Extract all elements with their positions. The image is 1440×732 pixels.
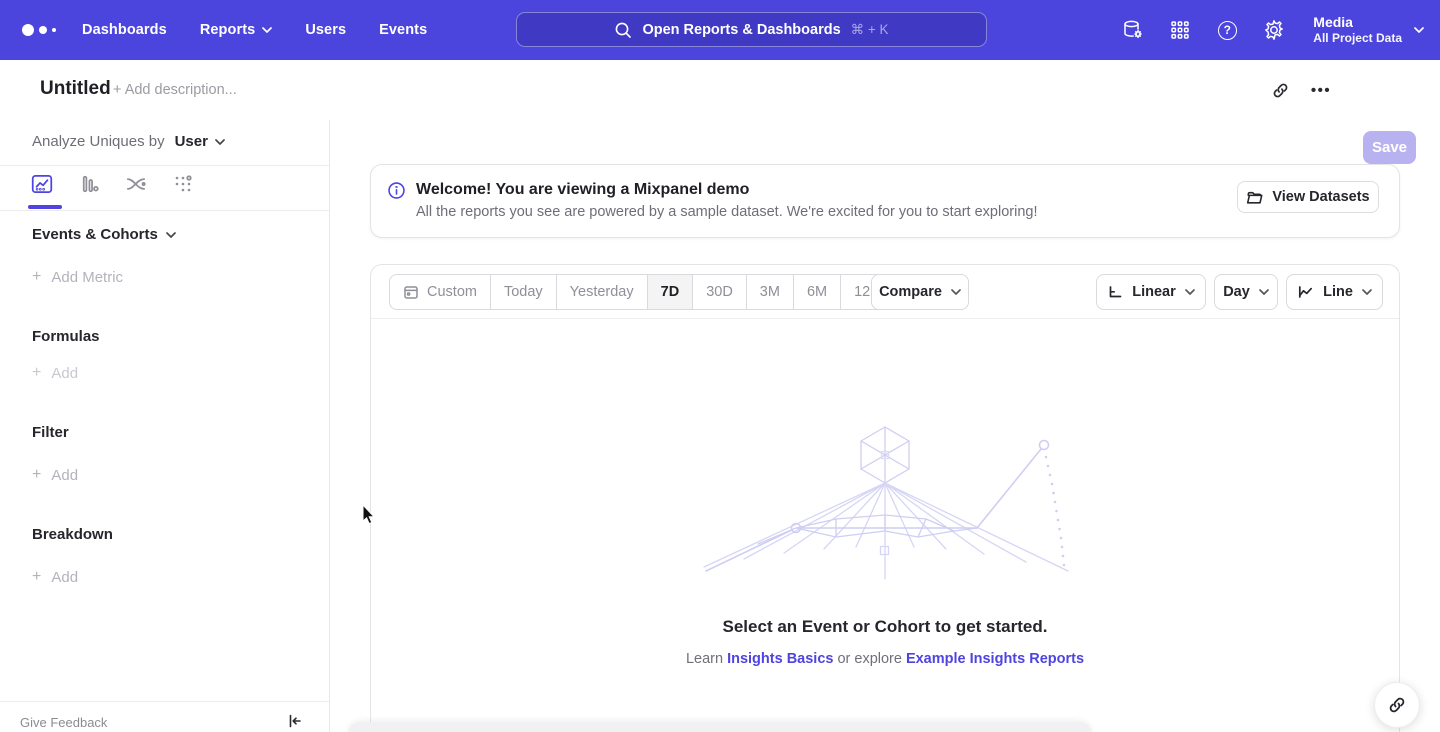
- sidebar-footer: Give Feedback: [0, 701, 329, 732]
- add-breakdown-button[interactable]: + Add: [32, 568, 78, 586]
- link-icon: [1388, 696, 1406, 714]
- interval-dropdown[interactable]: Day: [1214, 274, 1278, 310]
- learn-prefix: Learn: [686, 651, 723, 667]
- mixpanel-insights-app: Dashboards Reports Users Events Open Rep…: [0, 0, 1440, 732]
- search-placeholder: Open Reports & Dashboards: [642, 22, 840, 38]
- analyze-uniques-row: Analyze Uniques by User: [32, 133, 225, 150]
- data-management-icon[interactable]: [1121, 18, 1145, 42]
- nav-item-label: Users: [305, 22, 346, 38]
- copy-link-button[interactable]: [1266, 76, 1294, 104]
- report-title[interactable]: Untitled: [40, 78, 111, 100]
- query-builder-sidebar: Analyze Uniques by User: [0, 120, 330, 732]
- more-options-button[interactable]: •••: [1307, 76, 1335, 104]
- compare-dropdown[interactable]: Compare: [871, 274, 969, 310]
- date-range-today[interactable]: Today: [491, 275, 557, 309]
- chevron-down-icon: [1259, 289, 1269, 295]
- chart-style-dropdown[interactable]: Line: [1286, 274, 1383, 310]
- report-header: Untitled + Add description... ••• Save: [0, 60, 1440, 120]
- section-formulas: Formulas: [32, 328, 100, 345]
- date-range-3m[interactable]: 3M: [747, 275, 794, 309]
- plus-icon: +: [32, 364, 41, 382]
- nav-item-reports[interactable]: Reports: [200, 22, 273, 38]
- divider: [0, 165, 330, 166]
- view-datasets-button[interactable]: View Datasets: [1237, 181, 1379, 213]
- save-button[interactable]: Save: [1363, 131, 1416, 164]
- calendar-icon: [403, 284, 419, 300]
- project-name: Media: [1313, 14, 1402, 31]
- next-card-peek: [348, 722, 1092, 732]
- tab-flow-chart[interactable]: [124, 172, 148, 196]
- section-events-cohorts[interactable]: Events & Cohorts: [32, 226, 176, 243]
- chevron-down-icon: [1185, 289, 1195, 295]
- link-icon: [1272, 82, 1289, 99]
- empty-state-links: LearnInsights Basicsor explore Example In…: [371, 651, 1399, 667]
- give-feedback-link[interactable]: Give Feedback: [20, 715, 107, 730]
- collapse-sidebar-icon[interactable]: [287, 713, 303, 729]
- analyze-label: Analyze Uniques by: [32, 133, 165, 150]
- nav-item-label: Events: [379, 22, 427, 38]
- line-chart-icon: [1297, 284, 1314, 300]
- linear-axis-icon: [1107, 284, 1123, 300]
- nav-item-events[interactable]: Events: [379, 22, 427, 38]
- chart-type-tabs: [30, 172, 195, 196]
- folder-icon: [1246, 189, 1263, 206]
- nav-item-dashboards[interactable]: Dashboards: [82, 22, 167, 38]
- section-breakdown: Breakdown: [32, 526, 113, 543]
- analyze-by-dropdown[interactable]: User: [175, 133, 225, 150]
- plus-icon: +: [32, 268, 41, 286]
- plus-icon: +: [32, 568, 41, 586]
- add-metric-button[interactable]: + Add Metric: [32, 268, 123, 286]
- chevron-down-icon: [951, 289, 961, 295]
- ellipsis-icon: •••: [1311, 82, 1331, 99]
- tab-bar-chart[interactable]: [77, 172, 101, 196]
- empty-state-illustration: [696, 419, 1076, 581]
- banner-subtitle: All the reports you see are powered by a…: [416, 204, 1038, 220]
- plus-icon: +: [32, 466, 41, 484]
- help-icon[interactable]: ?: [1215, 18, 1239, 42]
- search-input[interactable]: Open Reports & Dashboards ⌘ + K: [516, 12, 987, 47]
- example-insights-reports-link[interactable]: Example Insights Reports: [906, 651, 1084, 667]
- date-range-custom[interactable]: Custom: [390, 275, 491, 309]
- banner-title: Welcome! You are viewing a Mixpanel demo: [416, 181, 749, 199]
- section-filter: Filter: [32, 424, 69, 441]
- mixpanel-logo-icon[interactable]: [22, 24, 58, 36]
- topnav-right-cluster: ? Media All Project Data: [1121, 0, 1424, 60]
- insights-basics-link[interactable]: Insights Basics: [727, 651, 833, 667]
- report-description-placeholder[interactable]: + Add description...: [113, 82, 237, 98]
- search-shortcut: ⌘ + K: [851, 22, 889, 38]
- tab-line-chart[interactable]: [30, 172, 54, 196]
- chevron-down-icon: [1362, 289, 1372, 295]
- add-filter-button[interactable]: + Add: [32, 466, 78, 484]
- apps-grid-icon[interactable]: [1168, 18, 1192, 42]
- nav-item-label: Reports: [200, 22, 256, 38]
- chevron-down-icon: [215, 139, 225, 145]
- add-formula-button[interactable]: + Add: [32, 364, 78, 382]
- search-icon: [614, 21, 632, 39]
- chevron-down-icon: [166, 232, 176, 238]
- nav-item-users[interactable]: Users: [305, 22, 346, 38]
- report-toolbar: Custom Today Yesterday 7D 30D 3M 6M 12M …: [371, 265, 1399, 319]
- selected-tab-indicator: [28, 205, 62, 209]
- tab-scatter-chart[interactable]: [171, 172, 195, 196]
- project-data-view: All Project Data: [1313, 31, 1402, 46]
- settings-gear-icon[interactable]: [1262, 18, 1286, 42]
- divider: [0, 210, 330, 211]
- chevron-down-icon: [262, 27, 272, 33]
- date-range-yesterday[interactable]: Yesterday: [557, 275, 648, 309]
- chevron-down-icon: [1414, 27, 1424, 33]
- insights-report-card: Custom Today Yesterday 7D 30D 3M 6M 12M …: [370, 264, 1400, 732]
- nav-item-label: Dashboards: [82, 22, 167, 38]
- date-range-7d[interactable]: 7D: [648, 275, 694, 309]
- scale-dropdown[interactable]: Linear: [1096, 274, 1206, 310]
- empty-state-title: Select an Event or Cohort to get started…: [371, 617, 1399, 637]
- date-range-30d[interactable]: 30D: [693, 275, 747, 309]
- top-navigation-bar: Dashboards Reports Users Events Open Rep…: [0, 0, 1440, 60]
- primary-nav: Dashboards Reports Users Events: [82, 22, 427, 38]
- date-range-6m[interactable]: 6M: [794, 275, 841, 309]
- share-link-button[interactable]: [1374, 682, 1420, 728]
- explore-middle: or explore: [837, 651, 901, 667]
- info-icon: [388, 182, 405, 199]
- date-range-segmented-control: Custom Today Yesterday 7D 30D 3M 6M 12M: [389, 274, 896, 310]
- project-switcher[interactable]: Media All Project Data: [1313, 14, 1424, 46]
